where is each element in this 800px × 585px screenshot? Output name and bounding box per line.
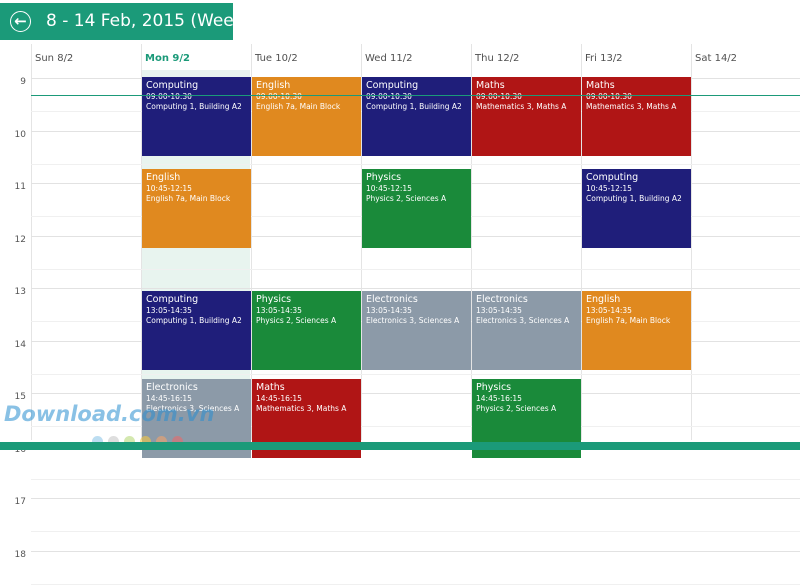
hour-gridline (31, 550, 800, 552)
event-time: 13:05-14:35 (256, 306, 302, 316)
event-time: 10:45-12:15 (586, 183, 632, 193)
event-location: Computing 1, Building A2 (366, 102, 462, 111)
event-location: Electronics 3, Sciences A (366, 316, 460, 326)
day-header[interactable]: Mon 9/2 (145, 53, 190, 64)
event-location: Computing 1, Building A2 (146, 316, 242, 326)
event-time: 09:00-10:30 (146, 92, 192, 101)
event-title: Physics (366, 171, 402, 183)
more-options-button[interactable]: ••• (752, 433, 770, 443)
event-location: English 7a, Main Block (586, 316, 671, 326)
event-title: Computing (366, 80, 419, 91)
current-time-line (31, 95, 800, 96)
event-title: English (256, 80, 291, 91)
event-time: 10:45-12:15 (366, 183, 412, 193)
event-english[interactable]: English 09:00-10:30 English 7a, Main Block (252, 77, 361, 156)
event-location: Mathematics 3, Maths A (586, 102, 677, 111)
hour-label: 13 (14, 287, 26, 297)
event-time: 14:45-16:15 (476, 393, 522, 403)
event-location: Computing 1, Building A2 (146, 102, 242, 111)
hour-label: 11 (14, 182, 26, 192)
event-physics[interactable]: Physics 10:45-12:15 Physics 2, Sciences A (362, 168, 471, 248)
event-computing[interactable]: Computing 09:00-10:30 Computing 1, Buildin… (142, 77, 251, 156)
event-physics[interactable]: Physics 13:05-14:35 Physics 2, Sciences A (252, 291, 361, 371)
event-time: 14:45-16:15 (256, 393, 302, 403)
event-computing[interactable]: Computing 09:00-10:30 Computing 1, Buildin… (362, 77, 471, 156)
day-header[interactable]: Thu 12/2 (475, 53, 519, 64)
event-title: Computing (146, 294, 199, 306)
half-hour-gridline (31, 531, 800, 533)
day-header[interactable]: Sun 8/2 (35, 53, 73, 64)
half-hour-gridline (31, 163, 800, 165)
event-location: Physics 2, Sciences A (476, 403, 557, 413)
hour-gridline (31, 288, 800, 289)
event-title: English (146, 171, 181, 183)
event-time: 13:05-14:35 (366, 306, 412, 316)
event-electronics[interactable]: Electronics 13:05-14:35 Electronics 3, Sci… (362, 291, 471, 371)
event-title: Electronics (146, 381, 198, 393)
event-location: Electronics 3, Sciences A (476, 316, 570, 326)
event-title: Electronics (476, 294, 528, 306)
event-time: 09:00-10:30 (586, 92, 632, 101)
event-english[interactable]: English 10:45-12:15 English 7a, Main Block (142, 168, 251, 248)
day-header[interactable]: Tue 10/2 (255, 53, 298, 64)
day-header[interactable]: Sat 14/2 (695, 53, 737, 64)
half-hour-gridline (31, 373, 800, 375)
hour-label: 10 (14, 129, 26, 140)
event-title: English (586, 294, 621, 306)
day-header[interactable]: Fri 13/2 (585, 53, 623, 64)
hour-label: 17 (14, 497, 26, 507)
hour-label: 15 (14, 392, 26, 402)
event-title: Maths (586, 80, 615, 91)
column-divider (31, 44, 32, 440)
day-header[interactable]: Wed 11/2 (365, 53, 412, 64)
hour-gridline (31, 498, 800, 499)
event-time: 13:05-14:35 (586, 306, 632, 316)
event-title: Physics (256, 294, 292, 306)
event-location: English 7a, Main Block (146, 193, 231, 203)
event-time: 09:00-10:30 (366, 92, 412, 101)
app-bar: ••• (0, 433, 800, 450)
hour-label: 12 (14, 234, 26, 245)
hour-label: 9 (20, 77, 26, 87)
event-location: Mathematics 3, Maths A (476, 102, 567, 111)
event-location: Mathematics 3, Maths A (256, 403, 347, 413)
event-maths[interactable]: Maths 09:00-10:30 Mathematics 3, Maths A (582, 77, 691, 156)
event-computing[interactable]: Computing 13:05-14:35 Computing 1, Buildin… (142, 291, 251, 371)
watermark-logo: Download.com.vn (4, 402, 215, 426)
event-time: 09:00-10:30 (476, 92, 522, 101)
event-location: English 7a, Main Block (256, 102, 341, 111)
event-electronics[interactable]: Electronics 13:05-14:35 Electronics 3, Sci… (472, 291, 581, 371)
event-time: 10:45-12:15 (146, 183, 192, 193)
hour-label: 18 (14, 549, 26, 560)
event-english[interactable]: English 13:05-14:35 English 7a, Main Block (582, 291, 691, 371)
event-maths[interactable]: Maths 09:00-10:30 Mathematics 3, Maths A (472, 77, 581, 156)
event-title: Physics (476, 381, 512, 393)
event-title: Computing (586, 171, 639, 183)
event-time: 13:05-14:35 (146, 306, 192, 316)
event-location: Physics 2, Sciences A (366, 193, 447, 203)
event-location: Physics 2, Sciences A (256, 316, 337, 326)
event-title: Maths (476, 80, 505, 91)
event-time: 09:00-10:30 (256, 92, 302, 101)
event-location: Computing 1, Building A2 (586, 193, 682, 203)
week-grid: Sun 8/2 Mon 9/2 Tue 10/2 Wed 11/2 Thu 12/2 Fr… (0, 0, 800, 585)
half-hour-gridline (31, 478, 800, 480)
event-title: Maths (256, 381, 285, 393)
event-title: Electronics (366, 294, 418, 306)
column-divider (691, 44, 692, 440)
hour-label: 14 (14, 339, 26, 350)
event-title: Computing (146, 80, 199, 91)
event-time: 13:05-14:35 (476, 306, 522, 316)
event-computing[interactable]: Computing 10:45-12:15 Computing 1, Buildin… (582, 168, 691, 248)
half-hour-gridline (31, 268, 800, 270)
